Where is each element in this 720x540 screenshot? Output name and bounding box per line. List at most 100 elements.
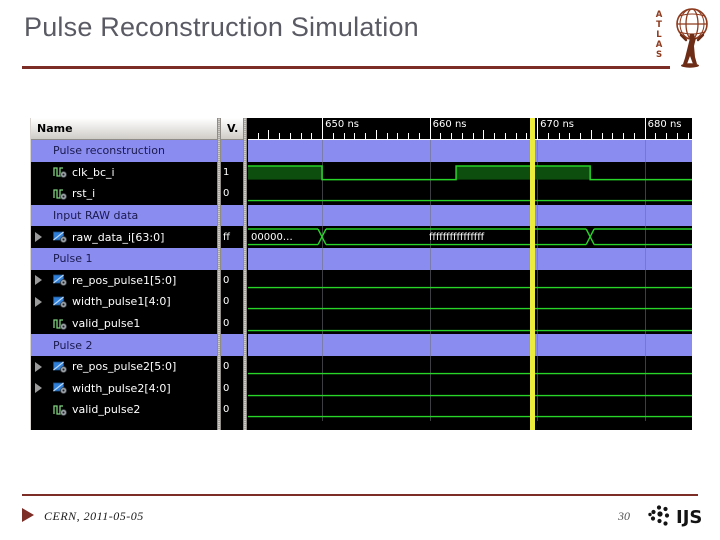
- signal-row[interactable]: valid_pulse2: [31, 399, 217, 421]
- ruler-minor-tick: [547, 133, 549, 139]
- signal-row[interactable]: rst_i: [31, 183, 217, 205]
- signal-value-cell: 0: [221, 312, 243, 335]
- ruler-minor-tick: [268, 130, 270, 139]
- ruler-minor-tick: [451, 133, 453, 139]
- waveform-row: [248, 161, 692, 184]
- waveform-gridline: [322, 140, 324, 162]
- waveform-gridline: [537, 247, 539, 270]
- signal-name-column[interactable]: Pulse reconstruction clk_bc_i rst_i Input R…: [31, 140, 217, 430]
- waveform-row: [248, 183, 692, 205]
- svg-text:T: T: [656, 20, 662, 30]
- waveform-row: [248, 247, 692, 270]
- signal-row[interactable]: re_pos_pulse2[5:0]: [31, 355, 217, 378]
- waveform-row: [248, 399, 692, 421]
- ruler-minor-tick: [279, 133, 281, 139]
- ruler-minor-tick: [397, 133, 399, 139]
- signal-row[interactable]: width_pulse1[4:0]: [31, 291, 217, 313]
- svg-text:L: L: [656, 30, 662, 40]
- waveform-row: [248, 269, 692, 292]
- title-divider: [22, 66, 670, 69]
- signal-row[interactable]: re_pos_pulse1[5:0]: [31, 269, 217, 292]
- ruler-minor-tick: [365, 133, 367, 139]
- waveform-rows: 00000… ffffffffffffffff: [248, 140, 692, 430]
- signal-waveform: [248, 308, 692, 310]
- signal-name-label: Pulse 2: [31, 334, 217, 356]
- waveform-gridline: [429, 334, 431, 356]
- bus-icon: [53, 231, 67, 244]
- ruler-minor-tick: [472, 133, 474, 139]
- ruler-minor-tick: [440, 133, 442, 139]
- signal-waveform: [248, 329, 692, 332]
- waveform-row: [248, 204, 692, 227]
- ruler-minor-tick: [601, 133, 603, 139]
- signal-row[interactable]: clk_bc_i: [31, 161, 217, 184]
- bus-icon: [53, 274, 67, 287]
- signal-value-cell: 0: [221, 291, 243, 313]
- signal-name-text: width_pulse1[4:0]: [72, 295, 171, 309]
- signal-row[interactable]: valid_pulse1: [31, 312, 217, 335]
- signal-name-text: valid_pulse2: [72, 403, 141, 417]
- signal-group-row[interactable]: Pulse 1: [31, 247, 217, 270]
- signal-name-label: valid_pulse1: [31, 313, 217, 335]
- waveform-gridline: [429, 247, 431, 270]
- svg-text:A: A: [656, 10, 663, 20]
- waveform-gridline: [429, 140, 431, 162]
- signal-name-label: width_pulse1[4:0]: [31, 291, 217, 313]
- signal-group-row[interactable]: Input RAW data: [31, 204, 217, 227]
- signal-name-text: re_pos_pulse2[5:0]: [72, 360, 177, 374]
- cursor-marker[interactable]: [529, 118, 535, 430]
- clock-icon: [53, 166, 67, 179]
- signal-row[interactable]: raw_data_i[63:0]: [31, 226, 217, 248]
- bus-icon: [53, 382, 67, 395]
- signal-waveform: [248, 372, 692, 375]
- signal-group-row[interactable]: Pulse 2: [31, 334, 217, 356]
- signal-waveform: [248, 286, 692, 288]
- signal-waveform: [248, 164, 692, 180]
- value-column-header[interactable]: V.: [221, 118, 243, 140]
- signal-value-cell: 0: [221, 399, 243, 421]
- signal-name-label: re_pos_pulse1[5:0]: [31, 270, 217, 292]
- ruler-minor-tick: [526, 133, 528, 139]
- ijs-logo: IJS: [645, 503, 715, 529]
- ruler-minor-tick: [311, 133, 313, 139]
- signal-name-text: valid_pulse1: [72, 317, 141, 331]
- footer-divider: [22, 494, 698, 496]
- ruler-minor-tick: [494, 133, 496, 139]
- ruler-minor-tick: [332, 133, 334, 139]
- footer-label: CERN, 2011-05-05: [44, 509, 144, 523]
- signal-name-text: re_pos_pulse1[5:0]: [72, 273, 177, 287]
- signal-group-row[interactable]: Pulse reconstruction: [31, 140, 217, 162]
- waveform-row: [248, 355, 692, 378]
- column-splitter-2[interactable]: [243, 118, 247, 430]
- waveform-gridline: [537, 204, 539, 227]
- name-column-header[interactable]: Name: [31, 118, 217, 140]
- signal-name-label: raw_data_i[63:0]: [31, 226, 217, 248]
- ruler-minor-tick: [569, 133, 571, 139]
- clock-icon: [53, 318, 67, 330]
- signal-row[interactable]: width_pulse2[4:0]: [31, 377, 217, 400]
- ruler-minor-tick: [354, 133, 356, 139]
- waveform-gridline: [322, 204, 324, 227]
- signal-name-text: rst_i: [72, 187, 96, 201]
- signal-name-text: Pulse 2: [53, 338, 93, 352]
- signal-name-text: clk_bc_i: [72, 165, 115, 179]
- waveform-row: [248, 377, 692, 400]
- ruler-minor-tick: [300, 133, 302, 139]
- waveform-gridline: [644, 140, 646, 162]
- ruler-minor-tick: [515, 133, 517, 139]
- waveform-gridline: [322, 247, 324, 270]
- time-ruler[interactable]: 650 ns 660 ns 670 ns 680 ns: [248, 118, 692, 140]
- page-number: 30: [618, 509, 630, 523]
- waveform-pane[interactable]: 650 ns 660 ns 670 ns 680 ns 00000… fffffffff…: [248, 118, 692, 430]
- signal-value-cell: [221, 334, 243, 356]
- waveform-row: [248, 334, 692, 356]
- ruler-minor-tick: [590, 130, 592, 139]
- signal-value-column[interactable]: 1 0 ff 0 0 0 0 0 0: [221, 140, 243, 430]
- signal-name-text: Pulse reconstruction: [53, 144, 165, 158]
- ruler-minor-tick: [386, 133, 388, 139]
- ruler-minor-tick: [633, 133, 635, 139]
- signal-value-cell: 1: [221, 161, 243, 184]
- waveform-gridline: [537, 334, 539, 356]
- ruler-minor-tick: [612, 133, 614, 139]
- ruler-minor-tick: [558, 133, 560, 139]
